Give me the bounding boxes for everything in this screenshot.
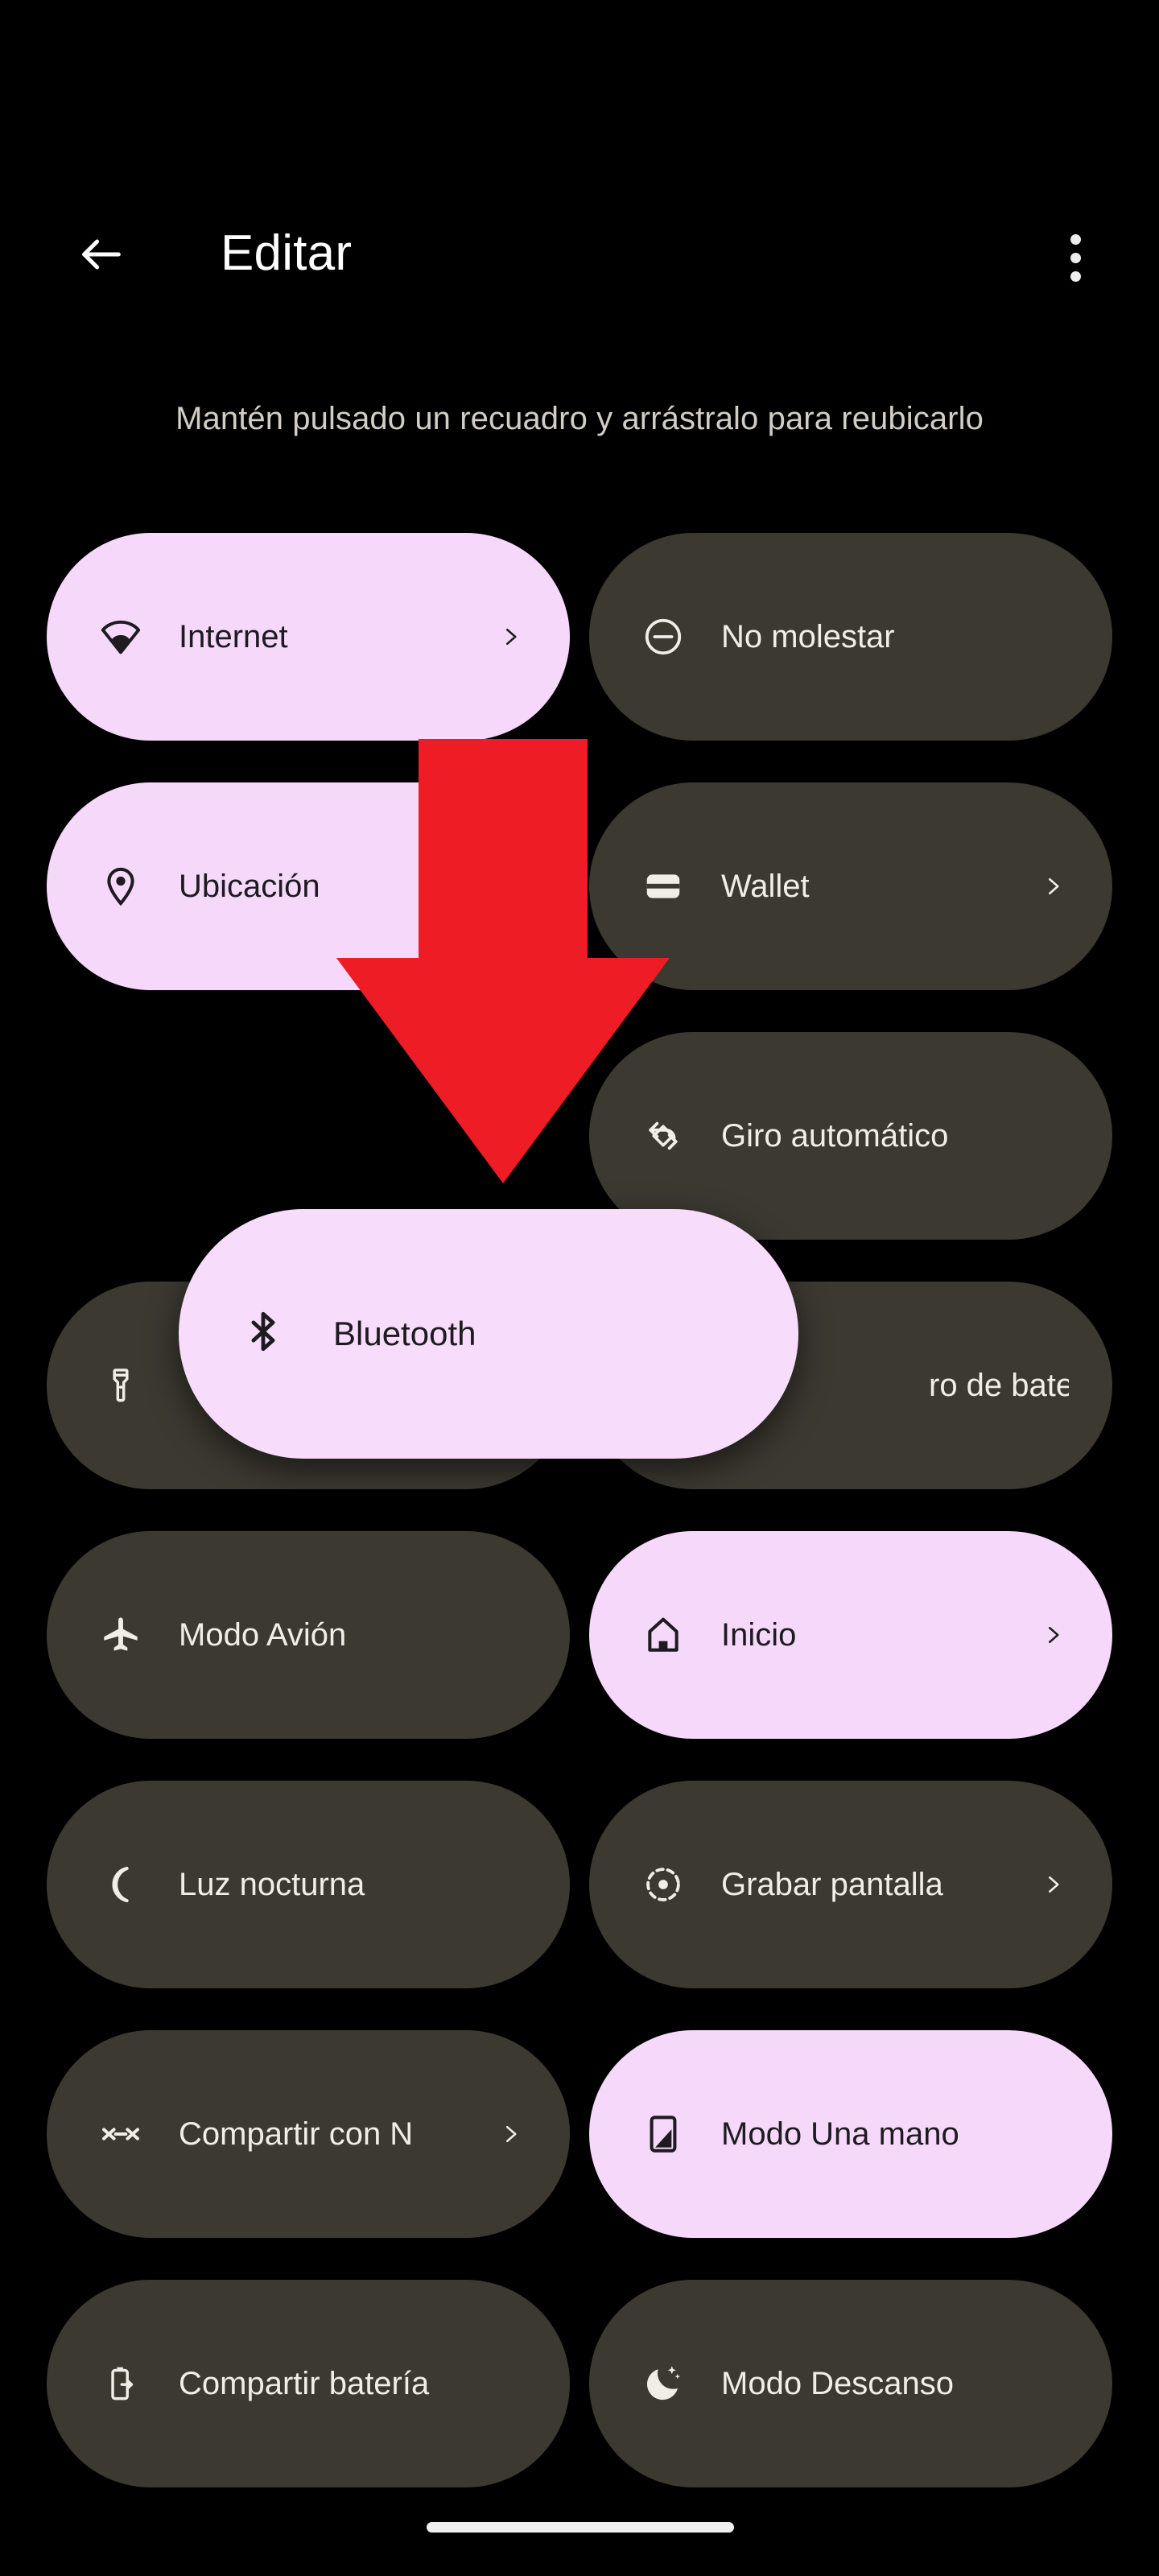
tile-label: Internet [179,618,288,654]
tile-compartir-con-nearby[interactable]: Compartir con N [47,2030,570,2238]
dragged-tile-label: Bluetooth [333,1315,476,1352]
tile-label: Modo Descanso [721,2365,955,2401]
tile-label: Giro automático [721,1117,949,1154]
chevron-right-icon[interactable] [494,617,526,656]
night-light-icon [97,1860,145,1909]
chevron-right-icon[interactable] [1037,1616,1069,1654]
tile-modo-avion[interactable]: Modo Avión [47,1531,570,1739]
tile-label: Modo Avión [179,1616,347,1653]
flashlight-icon [97,1361,145,1410]
wallet-icon [639,862,687,910]
tile-label: Wallet [721,868,810,904]
wifi-icon [97,613,145,661]
home-indicator[interactable] [427,2522,734,2533]
tile-wallet[interactable]: Wallet [589,782,1112,990]
auto-rotate-icon [639,1112,687,1160]
dragged-tile-bluetooth[interactable]: Bluetooth [179,1209,798,1459]
tile-label: Inicio [721,1616,797,1653]
tile-label: No molestar [721,618,895,654]
bluetooth-icon [240,1308,291,1360]
tile-label: Compartir batería [179,2365,430,2401]
tile-modo-descanso[interactable]: Modo Descanso [589,2280,1112,2487]
tile-no-molestar[interactable]: No molestar [589,533,1112,741]
tile-label: Compartir con N [179,2116,414,2152]
chevron-right-icon[interactable] [1037,867,1069,906]
tile-compartir-bateria[interactable]: Compartir batería [47,2280,570,2487]
tile-label: Luz nocturna [179,1866,365,1902]
tile-modo-una-mano[interactable]: Modo Una mano [589,2030,1112,2238]
tile-internet[interactable]: Internet [47,533,570,741]
tile-luz-nocturna[interactable]: Luz nocturna [47,1781,570,1988]
tile-label: Ubicación [179,868,320,904]
tile-ubicacion[interactable]: Ubicación [47,782,570,990]
location-pin-icon [97,862,145,910]
tile-label: Grabar pantalla [721,1866,943,1902]
screen-record-icon [639,1860,687,1909]
tile-label: ro de batería [929,1367,1069,1403]
do-not-disturb-icon [639,613,687,661]
tile-inicio[interactable]: Inicio [589,1531,1112,1739]
chevron-right-icon[interactable] [494,2115,526,2153]
one-handed-icon [639,2110,687,2158]
chevron-right-icon[interactable] [1037,1865,1069,1904]
home-icon [639,1611,687,1659]
airplane-icon [97,1611,145,1659]
tile-label: Modo Una mano [721,2116,959,2152]
tile-grabar-pantalla[interactable]: Grabar pantalla [589,1781,1112,1988]
nearby-share-icon [97,2110,145,2158]
battery-share-icon [97,2359,145,2408]
bedtime-icon [639,2359,687,2408]
